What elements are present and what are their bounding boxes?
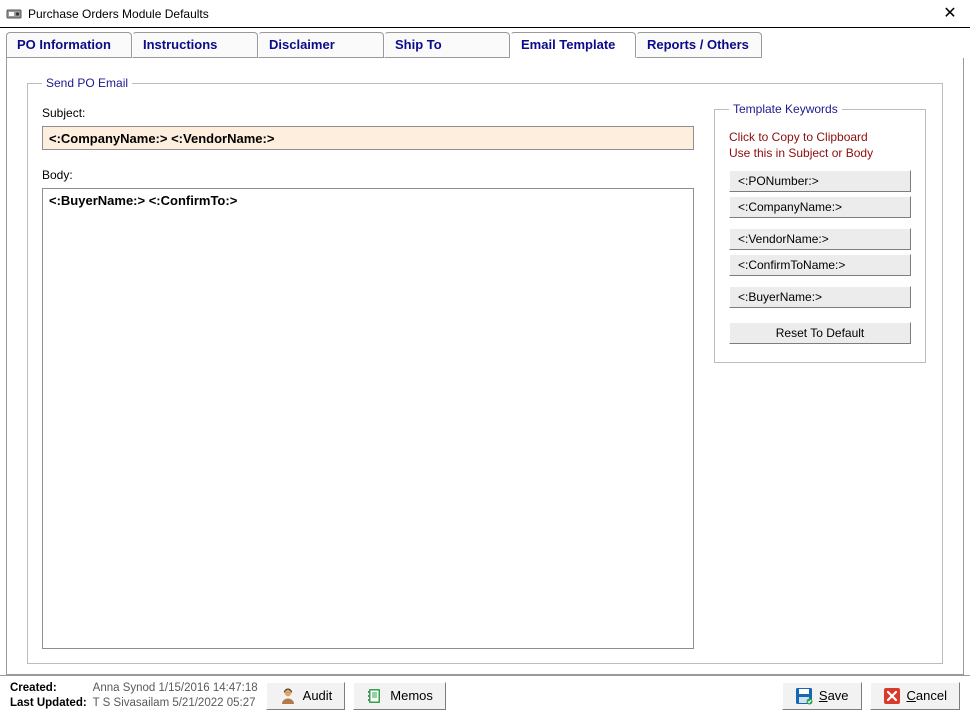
subject-label: Subject:: [42, 106, 694, 120]
keyword-buyer-name[interactable]: <:BuyerName:>: [729, 286, 911, 308]
template-keywords-group: Template Keywords Click to Copy to Clipb…: [714, 102, 926, 363]
tabstrip: PO Information Instructions Disclaimer S…: [6, 32, 964, 58]
floppy-save-icon: [795, 687, 813, 705]
created-value: Anna Synod 1/15/2016 14:47:18: [93, 681, 258, 696]
keyword-vendor-name[interactable]: <:VendorName:>: [729, 228, 911, 250]
tab-label: Instructions: [143, 37, 217, 52]
audit-button[interactable]: Audit: [266, 682, 346, 710]
keyword-company-name[interactable]: <:CompanyName:>: [729, 196, 911, 218]
subject-input[interactable]: [42, 126, 694, 150]
cancel-button[interactable]: Cancel: [870, 682, 960, 710]
cancel-icon: [883, 687, 901, 705]
keywords-hint-2: Use this in Subject or Body: [729, 146, 911, 160]
app-icon: [6, 6, 22, 22]
tab-email-template[interactable]: Email Template: [510, 32, 636, 58]
tab-label: Reports / Others: [647, 37, 749, 52]
window-title: Purchase Orders Module Defaults: [28, 7, 209, 21]
send-po-email-legend: Send PO Email: [42, 76, 132, 90]
save-button-label: Save: [819, 688, 849, 703]
tab-po-information[interactable]: PO Information: [6, 32, 132, 58]
created-label: Created:: [10, 681, 87, 696]
body-label: Body:: [42, 168, 694, 182]
footer-meta: Created: Anna Synod 1/15/2016 14:47:18 L…: [10, 681, 258, 711]
close-button[interactable]: ✕: [936, 6, 964, 22]
save-button[interactable]: Save: [782, 682, 862, 710]
tabbody-email-template: Send PO Email Subject: Body: Template Ke…: [6, 58, 964, 675]
last-updated-label: Last Updated:: [10, 696, 87, 711]
last-updated-value: T S Sivasailam 5/21/2022 05:27: [93, 696, 258, 711]
reset-to-default-button[interactable]: Reset To Default: [729, 322, 911, 344]
tab-label: Disclaimer: [269, 37, 335, 52]
body-textarea[interactable]: [42, 188, 694, 649]
person-icon: [279, 687, 297, 705]
notebook-icon: [366, 687, 384, 705]
titlebar: Purchase Orders Module Defaults ✕: [0, 0, 970, 28]
send-po-email-group: Send PO Email Subject: Body: Template Ke…: [27, 76, 943, 664]
memos-button-label: Memos: [390, 688, 433, 703]
keywords-hint-1: Click to Copy to Clipboard: [729, 130, 911, 144]
tab-reports-others[interactable]: Reports / Others: [636, 32, 762, 58]
keyword-confirmto-name[interactable]: <:ConfirmToName:>: [729, 254, 911, 276]
footer: Created: Anna Synod 1/15/2016 14:47:18 L…: [0, 675, 970, 715]
memos-button[interactable]: Memos: [353, 682, 446, 710]
tab-ship-to[interactable]: Ship To: [384, 32, 510, 58]
keyword-po-number[interactable]: <:PONumber:>: [729, 170, 911, 192]
tab-label: PO Information: [17, 37, 111, 52]
audit-button-label: Audit: [303, 688, 333, 703]
tab-label: Email Template: [521, 37, 615, 52]
tab-label: Ship To: [395, 37, 442, 52]
client-area: PO Information Instructions Disclaimer S…: [0, 28, 970, 675]
tab-disclaimer[interactable]: Disclaimer: [258, 32, 384, 58]
cancel-button-label: Cancel: [907, 688, 947, 703]
template-keywords-legend: Template Keywords: [729, 102, 842, 116]
tab-instructions[interactable]: Instructions: [132, 32, 258, 58]
